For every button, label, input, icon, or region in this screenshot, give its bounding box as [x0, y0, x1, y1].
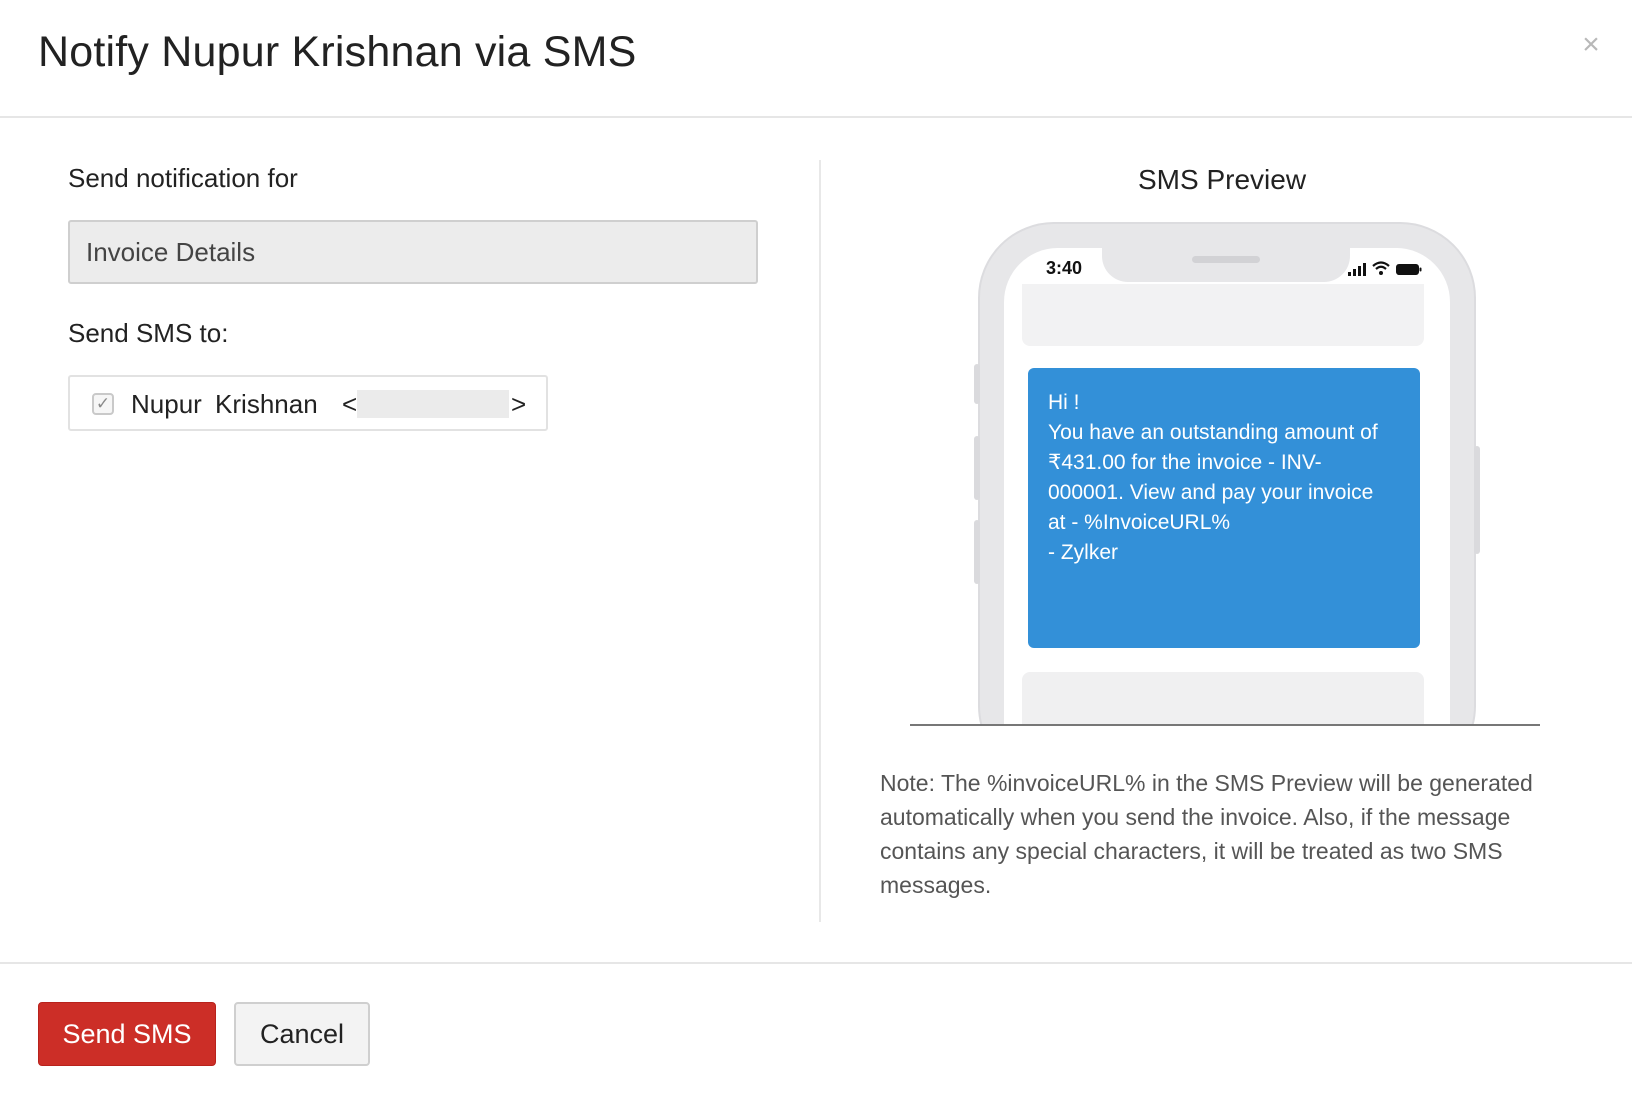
message-line: ₹431.00 for the invoice - INV-	[1048, 451, 1322, 474]
close-icon[interactable]: ×	[1574, 28, 1608, 62]
message-line: You have an outstanding amount of	[1048, 421, 1378, 444]
battery-icon	[1396, 264, 1422, 275]
preview-note: Note: The %invoiceURL% in the SMS Previe…	[880, 770, 1533, 898]
message-line: at - %InvoiceURL%	[1048, 511, 1231, 534]
cellular-signal-icon	[1348, 263, 1366, 276]
recipient-checkbox[interactable]: ✓	[92, 393, 114, 415]
phone-volume-down-button	[974, 520, 980, 584]
sms-to-label: Send SMS to:	[68, 318, 229, 348]
sms-preview-title: SMS Preview	[1138, 164, 1307, 195]
preview-top-card	[1022, 284, 1424, 346]
message-line: - Zylker	[1048, 541, 1118, 564]
phone-time: 3:40	[1046, 258, 1083, 278]
wifi-icon	[1372, 261, 1390, 275]
redacted-phone-number	[357, 390, 509, 418]
phone-power-button	[1474, 446, 1480, 554]
send-sms-button[interactable]: Send SMS	[38, 1002, 216, 1066]
dialog-header: Notify Nupur Krishnan via SMS ×	[0, 0, 1632, 118]
footer-divider	[0, 962, 1632, 964]
phone-volume-up-button	[974, 436, 980, 500]
column-divider	[819, 160, 821, 922]
notification-type-field[interactable]: Invoice Details	[68, 220, 758, 284]
preview-bottom-card	[1022, 672, 1424, 726]
sms-message-bubble: Hi ! You have an outstanding amount of ₹…	[1028, 368, 1420, 648]
message-line: 000001. View and pay your invoice	[1048, 481, 1374, 504]
phone-speaker	[1192, 256, 1260, 263]
recipient-open-bracket: <	[342, 389, 358, 419]
recipient-name: Nupur Krishnan	[131, 389, 318, 419]
preview-baseline	[910, 724, 1540, 726]
dialog-title: Notify Nupur Krishnan via SMS	[38, 28, 637, 76]
recipient-close-bracket: >	[511, 389, 527, 419]
phone-mockup: 3:40 Hi ! You have an outstanding amount…	[910, 222, 1540, 726]
cancel-button[interactable]: Cancel	[234, 1002, 370, 1066]
phone-side-button	[974, 364, 980, 404]
recipient-row[interactable]: ✓ Nupur Krishnan < >	[68, 375, 548, 431]
message-line: Hi !	[1048, 391, 1080, 414]
notify-label: Send notification for	[68, 163, 298, 193]
phone-notch	[1102, 246, 1350, 282]
